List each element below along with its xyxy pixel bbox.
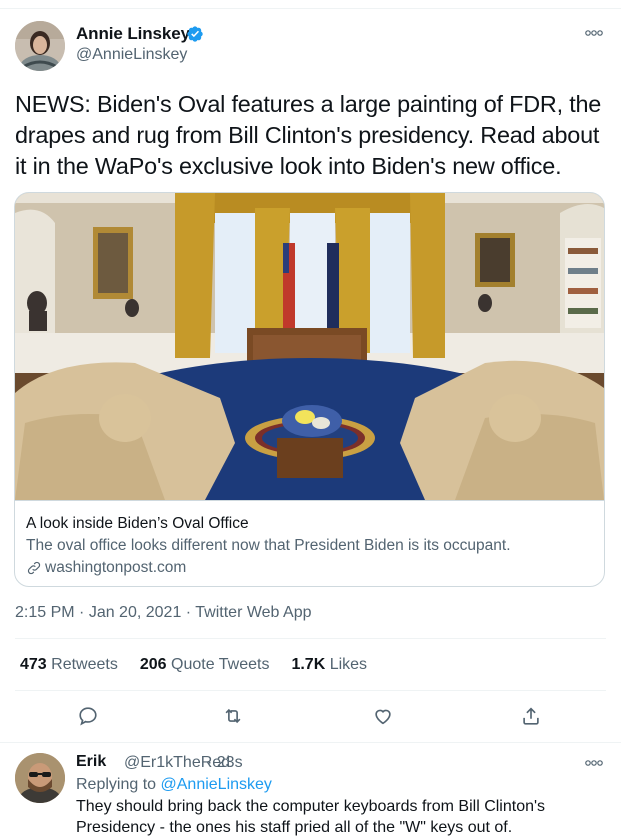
- divider: [0, 742, 621, 743]
- top-divider: [0, 8, 621, 9]
- replying-to-label: Replying to: [76, 776, 157, 793]
- replying-to: Replying to @AnnieLinskey: [76, 776, 272, 794]
- link-card-domain-text: washingtonpost.com: [45, 559, 187, 576]
- author-name[interactable]: Annie Linskey: [76, 24, 190, 44]
- link-card-info[interactable]: A look inside Biden’s Oval Office The ov…: [15, 500, 604, 586]
- divider: [15, 690, 606, 691]
- link-card-description: The oval office looks different now that…: [26, 537, 511, 554]
- likes-count: 1.7K: [291, 656, 326, 673]
- retweets-label: Retweets: [51, 656, 118, 673]
- like-icon[interactable]: [372, 705, 394, 727]
- tweet-actions: [0, 700, 621, 734]
- replying-to-mention[interactable]: @AnnieLinskey: [161, 776, 272, 793]
- retweets-stat[interactable]: 473 Retweets: [20, 656, 118, 674]
- tweet-timestamp: 2:15 PM · Jan 20, 2021 · Twitter Web App: [15, 604, 311, 622]
- verified-badge-icon: [187, 26, 203, 42]
- reply-more-options-icon[interactable]: [584, 758, 604, 768]
- link-card-domain[interactable]: washingtonpost.com: [26, 559, 186, 577]
- more-options-icon[interactable]: [584, 28, 604, 38]
- author-avatar[interactable]: [15, 21, 65, 71]
- oval-office-photo[interactable]: [15, 193, 604, 500]
- reply-author-name[interactable]: Erik: [76, 753, 106, 771]
- share-icon[interactable]: [520, 705, 542, 727]
- tweet-date[interactable]: Jan 20, 2021: [89, 604, 182, 621]
- tweet-stats: 473 Retweets 206 Quote Tweets 1.7K Likes: [20, 656, 367, 674]
- retweets-count: 473: [20, 656, 47, 673]
- link-icon: [27, 561, 41, 575]
- tweet-text: NEWS: Biden's Oval features a large pain…: [15, 91, 602, 180]
- likes-label: Likes: [329, 656, 368, 673]
- tweet-time[interactable]: 2:15 PM: [15, 604, 75, 621]
- reply-time[interactable]: · 23s: [207, 754, 243, 772]
- meta-separator: ·: [181, 604, 196, 621]
- retweet-icon[interactable]: [222, 705, 244, 727]
- reply-author-avatar[interactable]: [15, 753, 65, 803]
- tweet-page: Annie Linskey @AnnieLinskey NEWS: Biden'…: [0, 0, 621, 840]
- quote-tweets-stat[interactable]: 206 Quote Tweets: [140, 656, 270, 674]
- author-handle[interactable]: @AnnieLinskey: [76, 46, 187, 64]
- quote-tweets-count: 206: [139, 656, 167, 673]
- link-card-title[interactable]: A look inside Biden’s Oval Office: [26, 515, 249, 533]
- link-card[interactable]: A look inside Biden’s Oval Office The ov…: [14, 192, 605, 587]
- likes-stat[interactable]: 1.7K Likes: [291, 656, 367, 674]
- reply-text: They should bring back the computer keyb…: [76, 798, 546, 836]
- quote-tweets-label: Quote Tweets: [171, 656, 270, 673]
- divider: [15, 638, 606, 639]
- reply-icon[interactable]: [77, 705, 99, 727]
- tweet-source[interactable]: Twitter Web App: [195, 604, 311, 621]
- meta-separator: ·: [74, 604, 89, 621]
